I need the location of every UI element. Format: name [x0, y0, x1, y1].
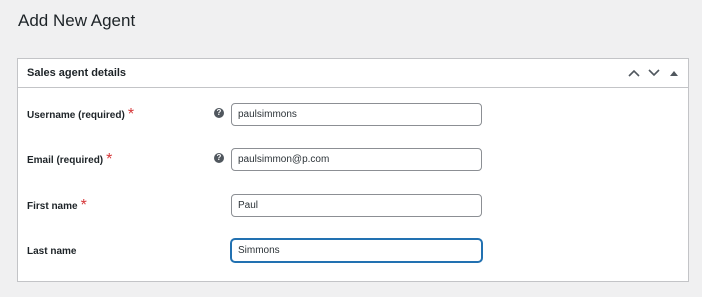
- first-name-label-text: First name: [27, 200, 78, 212]
- username-label-text: Username (required): [27, 109, 125, 121]
- required-marker: *: [127, 106, 135, 123]
- triangle-up-icon: [670, 71, 678, 76]
- chevron-down-icon: [648, 69, 660, 77]
- help-icon[interactable]: ?: [214, 108, 224, 118]
- username-field[interactable]: [231, 103, 482, 126]
- first-name-field[interactable]: [231, 194, 482, 217]
- required-marker: *: [80, 197, 87, 214]
- email-label-text: Email (required): [27, 154, 104, 166]
- username-label: Username (required) *: [27, 103, 134, 127]
- panel-handles: [624, 63, 684, 83]
- page-title: Add New Agent: [18, 11, 136, 30]
- move-down-button[interactable]: [644, 63, 664, 83]
- last-name-field[interactable]: [231, 239, 482, 262]
- move-up-button[interactable]: [624, 63, 644, 83]
- email-field[interactable]: [231, 148, 482, 171]
- required-marker: *: [106, 151, 113, 168]
- panel-header: Sales agent details: [18, 59, 688, 88]
- panel-title: Sales agent details: [27, 67, 127, 79]
- email-label: Email (required) *: [27, 148, 112, 172]
- sales-agent-details-panel: Sales agent details Username (required) …: [17, 58, 689, 282]
- chevron-up-icon: [628, 69, 640, 77]
- last-name-label: Last name: [27, 239, 76, 263]
- toggle-panel-button[interactable]: [664, 63, 684, 83]
- help-icon[interactable]: ?: [214, 153, 224, 163]
- last-name-label-text: Last name: [27, 245, 77, 257]
- first-name-label: First name *: [27, 194, 87, 218]
